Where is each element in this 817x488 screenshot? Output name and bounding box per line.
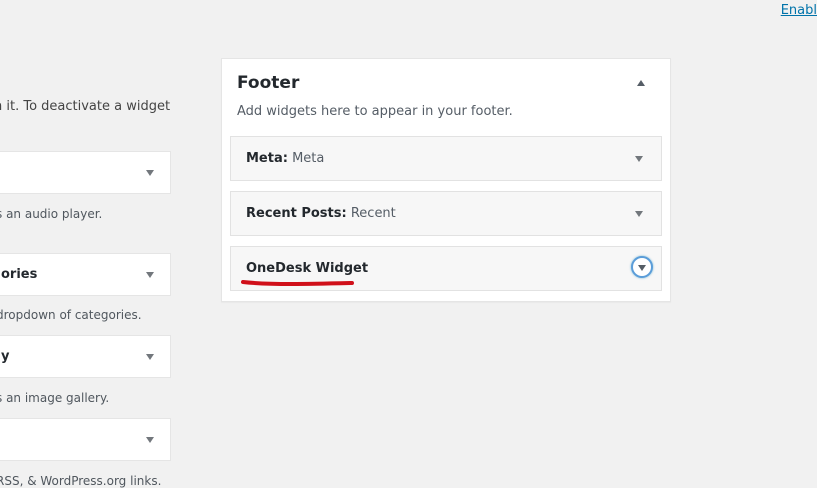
widget-title: Meta: Meta <box>246 151 324 166</box>
widget-recent-posts[interactable]: Recent Posts: Recent <box>230 191 662 236</box>
widget-separator: : <box>282 151 288 166</box>
widget-title: Recent Posts: Recent <box>246 206 396 221</box>
widget-toggle-button[interactable] <box>631 256 653 278</box>
available-widget-meta[interactable] <box>0 418 171 461</box>
available-widget-desc: s an image gallery. <box>0 391 110 405</box>
chevron-down-icon[interactable] <box>146 354 154 360</box>
widget-onedesk[interactable]: OneDesk Widget <box>230 246 662 291</box>
sidebar-description: Add widgets here to appear in your foote… <box>237 104 513 119</box>
triangle-down-icon <box>638 265 646 271</box>
sidebar-title[interactable]: Footer <box>237 73 299 93</box>
chevron-down-icon[interactable] <box>146 272 154 278</box>
footer-sidebar: Footer Add widgets here to appear in you… <box>221 58 671 302</box>
available-widget-desc: dropdown of categories. <box>0 308 142 322</box>
widget-instance-title: Recent <box>350 206 396 221</box>
available-widget-categories[interactable]: ories <box>0 253 171 296</box>
widget-name: Meta <box>246 151 283 166</box>
available-widget-audio[interactable] <box>0 151 171 194</box>
widget-meta[interactable]: Meta: Meta <box>230 136 662 181</box>
available-widget-desc: s an audio player. <box>0 207 103 221</box>
triangle-down-icon[interactable] <box>635 156 643 162</box>
chevron-down-icon[interactable] <box>146 437 154 443</box>
widget-name: OneDesk Widget <box>246 261 369 276</box>
widget-instance-title: Meta <box>292 151 325 166</box>
widget-name: Recent Posts <box>246 206 342 221</box>
triangle-up-icon[interactable] <box>637 80 645 86</box>
widget-title: OneDesk Widget <box>246 261 368 276</box>
available-widget-title: y <box>1 349 10 364</box>
available-widget-gallery[interactable]: y <box>0 335 171 378</box>
available-widget-title: ories <box>1 267 38 282</box>
enable-link[interactable]: Enable <box>781 3 817 18</box>
triangle-down-icon[interactable] <box>635 211 643 217</box>
chevron-down-icon[interactable] <box>146 170 154 176</box>
available-widgets-intro: n it. To deactivate a widget <box>0 99 171 114</box>
available-widget-desc: RSS, & WordPress.org links. <box>0 474 162 488</box>
widget-separator: : <box>341 206 347 221</box>
